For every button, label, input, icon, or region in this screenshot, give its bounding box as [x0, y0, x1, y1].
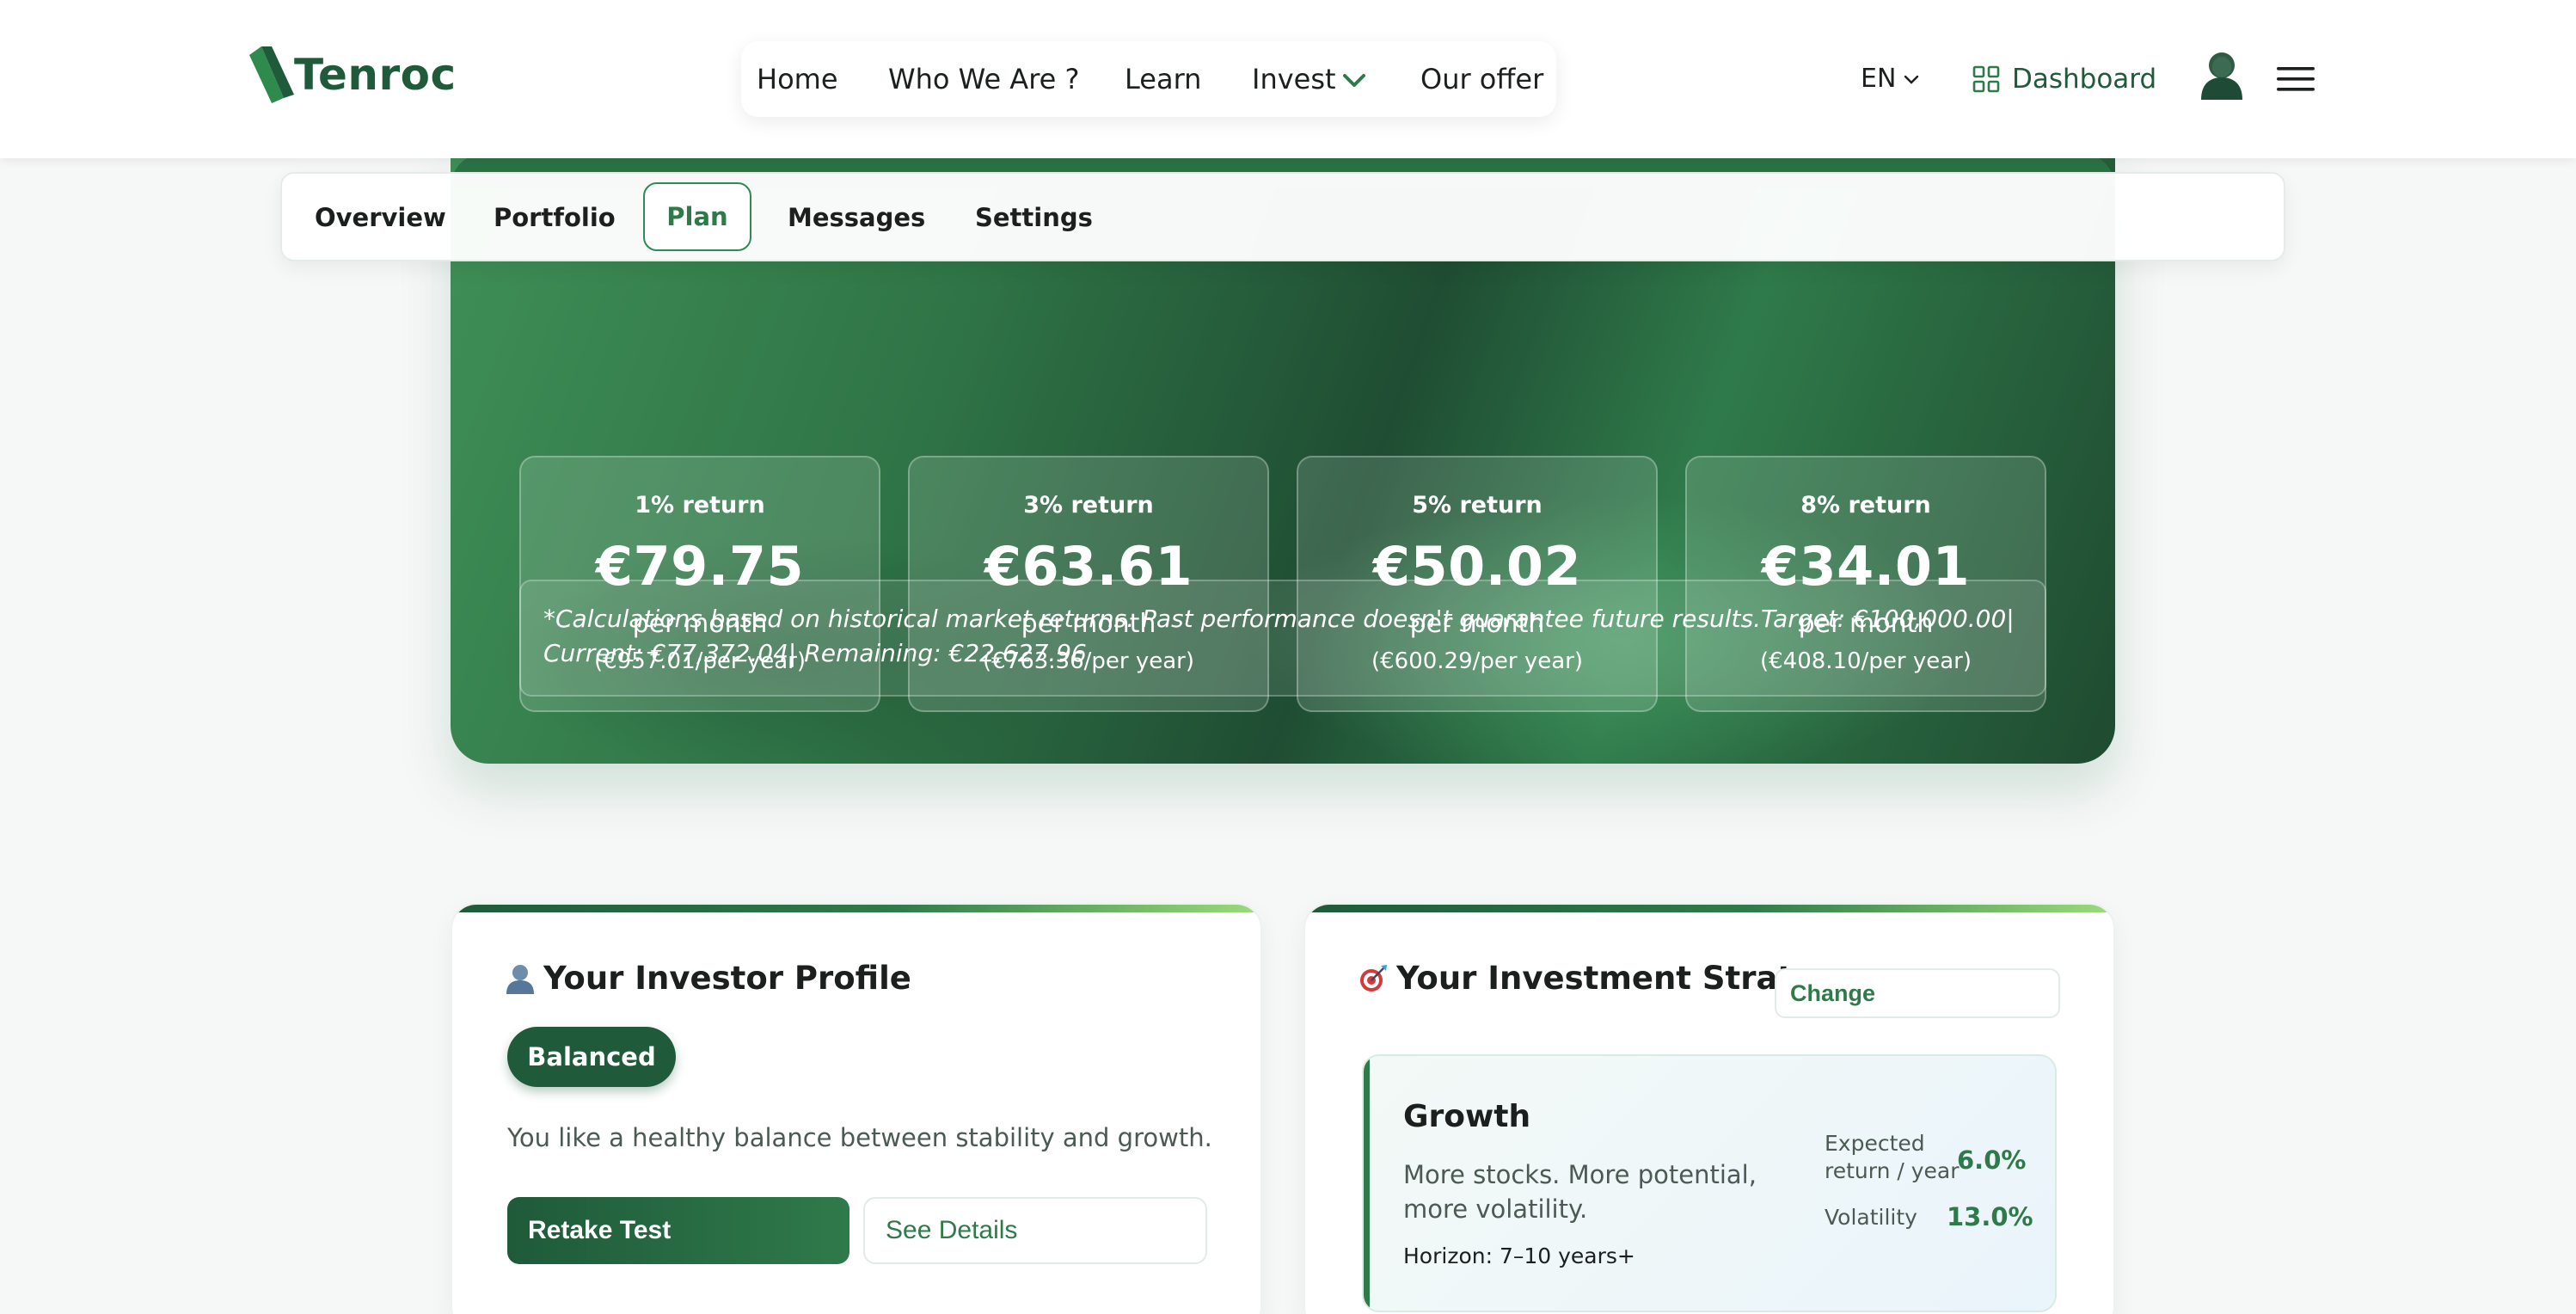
chevron-down-icon	[1904, 75, 1919, 84]
volatility-label: Volatility	[1825, 1205, 1917, 1230]
grid-icon	[1972, 65, 2000, 93]
card-accent-bar	[1305, 905, 2113, 912]
dashboard-tabs: Overview Portfolio Plan Messages Setting…	[280, 172, 2285, 261]
menu-icon[interactable]	[2277, 65, 2315, 93]
card-accent-bar	[452, 905, 1260, 912]
language-selector[interactable]: EN	[1861, 62, 1920, 96]
return-label: 8% return	[1800, 492, 1931, 519]
volatility-value: 13.0%	[1947, 1202, 2033, 1231]
investor-profile-heading: Your Investor Profile	[543, 960, 911, 997]
tab-overview[interactable]: Overview	[315, 201, 446, 234]
main-nav: Home Who We Are ? Learn Invest Our offer	[741, 41, 1556, 117]
logo-text: Tenroc	[294, 50, 457, 100]
strategy-horizon: Horizon: 7–10 years+	[1403, 1243, 1635, 1268]
profile-badge: Balanced	[507, 1027, 676, 1087]
return-label: 3% return	[1023, 492, 1154, 519]
investor-profile-card: Your Investor Profile Balanced You like …	[451, 903, 1262, 1314]
expected-return-value: 6.0%	[1957, 1145, 2027, 1175]
expected-return-label: Expected return / year	[1825, 1131, 1960, 1183]
chevron-down-icon[interactable]	[1341, 71, 1367, 89]
tab-plan[interactable]: Plan	[643, 182, 751, 251]
strategy-summary: Growth More stocks. More potential, more…	[1362, 1054, 2057, 1312]
dashboard-link[interactable]: Dashboard	[1972, 62, 2156, 96]
nav-learn[interactable]: Learn	[1125, 62, 1201, 96]
see-details-button[interactable]: See Details	[863, 1197, 1207, 1264]
target-icon	[1360, 964, 1387, 992]
retake-test-button[interactable]: Retake Test	[507, 1197, 849, 1264]
tab-portfolio[interactable]: Portfolio	[494, 201, 616, 234]
nav-who-we-are[interactable]: Who We Are ?	[888, 62, 1079, 96]
investment-strategy-card: Your Investment Strategy Change Growth M…	[1303, 903, 2115, 1314]
language-label: EN	[1861, 64, 1897, 94]
nav-invest[interactable]: Invest	[1252, 62, 1336, 96]
logo[interactable]: Tenroc	[249, 45, 457, 105]
nav-home[interactable]: Home	[757, 62, 838, 96]
tab-settings[interactable]: Settings	[975, 201, 1093, 234]
user-icon	[506, 964, 534, 994]
profile-description: You like a healthy balance between stabi…	[507, 1123, 1212, 1152]
strategy-accent-bar	[1364, 1056, 1370, 1311]
strategy-description: More stocks. More potential, more volati…	[1403, 1160, 1757, 1224]
change-strategy-button[interactable]: Change	[1775, 968, 2060, 1018]
site-header: Tenroc Home Who We Are ? Learn Invest Ou…	[0, 0, 2576, 158]
calculation-disclaimer: *Calculations based on historical market…	[519, 580, 2046, 697]
nav-our-offer[interactable]: Our offer	[1420, 62, 1543, 96]
strategy-name: Growth	[1403, 1099, 1531, 1134]
return-label: 5% return	[1412, 492, 1543, 519]
avatar[interactable]	[2199, 48, 2244, 100]
return-label: 1% return	[635, 492, 765, 519]
tab-messages[interactable]: Messages	[788, 201, 925, 234]
investor-profile-title: Your Investor Profile	[506, 960, 911, 997]
dashboard-label: Dashboard	[2012, 64, 2157, 95]
logo-mark-icon	[249, 46, 294, 103]
